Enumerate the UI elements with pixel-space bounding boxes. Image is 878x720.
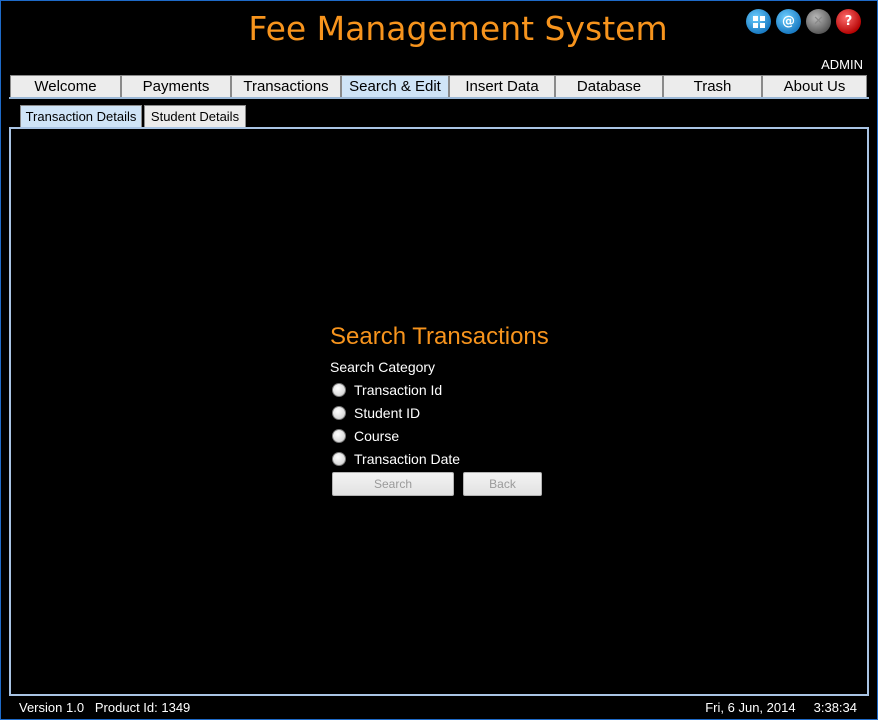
at-sign-icon[interactable]: @: [776, 9, 801, 34]
radio-button[interactable]: [332, 428, 346, 443]
time-label: 3:38:34: [813, 700, 857, 715]
radio-label: Student ID: [354, 404, 421, 421]
tab-insert-data[interactable]: Insert Data: [449, 75, 555, 97]
main-tab-bar: Welcome Payments Transactions Search & E…: [10, 75, 867, 97]
title-icon-group: @ ✕ ?: [746, 9, 861, 34]
radio-label: Transaction Id: [354, 381, 443, 398]
tab-transactions[interactable]: Transactions: [231, 75, 341, 97]
tab-student-details[interactable]: Student Details: [144, 105, 246, 127]
version-label: Version 1.0: [19, 700, 85, 715]
main-tab-divider: [9, 97, 869, 99]
radio-option-transaction-id[interactable]: Transaction Id: [330, 378, 560, 401]
current-user-label: ADMIN: [821, 57, 863, 72]
radio-button[interactable]: [332, 451, 346, 466]
close-icon[interactable]: ✕: [806, 9, 831, 34]
tab-search-edit[interactable]: Search & Edit: [341, 75, 449, 97]
radio-label: Course: [354, 427, 400, 444]
help-icon[interactable]: ?: [836, 9, 861, 34]
radio-option-student-id[interactable]: Student ID: [330, 401, 560, 424]
tab-welcome[interactable]: Welcome: [10, 75, 121, 97]
radio-option-transaction-date[interactable]: Transaction Date: [330, 447, 560, 470]
dashboard-icon[interactable]: [746, 9, 771, 34]
tab-about-us[interactable]: About Us: [762, 75, 867, 97]
app-window: Fee Management System @ ✕ ? ADMIN Welcom…: [0, 0, 878, 720]
search-title: Search Transactions: [330, 323, 549, 350]
back-button[interactable]: Back: [463, 472, 542, 496]
search-form: Search Transactions Search Category Tran…: [330, 323, 560, 470]
radio-button[interactable]: [332, 405, 346, 420]
product-id-label: Product Id: 1349: [94, 700, 191, 715]
tab-transaction-details[interactable]: Transaction Details: [20, 105, 142, 127]
status-bar: Version 1.0 Product Id: 1349 Fri, 6 Jun,…: [1, 698, 878, 718]
tab-payments[interactable]: Payments: [121, 75, 231, 97]
date-label: Fri, 6 Jun, 2014: [705, 700, 796, 715]
status-right: Fri, 6 Jun, 2014 3:38:34: [705, 700, 857, 715]
radio-label: Transaction Date: [354, 450, 461, 467]
radio-button[interactable]: [332, 382, 346, 397]
tab-trash[interactable]: Trash: [663, 75, 762, 97]
search-button[interactable]: Search: [332, 472, 454, 496]
tab-database[interactable]: Database: [555, 75, 663, 97]
status-left: Version 1.0 Product Id: 1349: [19, 700, 190, 715]
radio-option-course[interactable]: Course: [330, 424, 560, 447]
search-category-label: Search Category: [330, 359, 436, 375]
